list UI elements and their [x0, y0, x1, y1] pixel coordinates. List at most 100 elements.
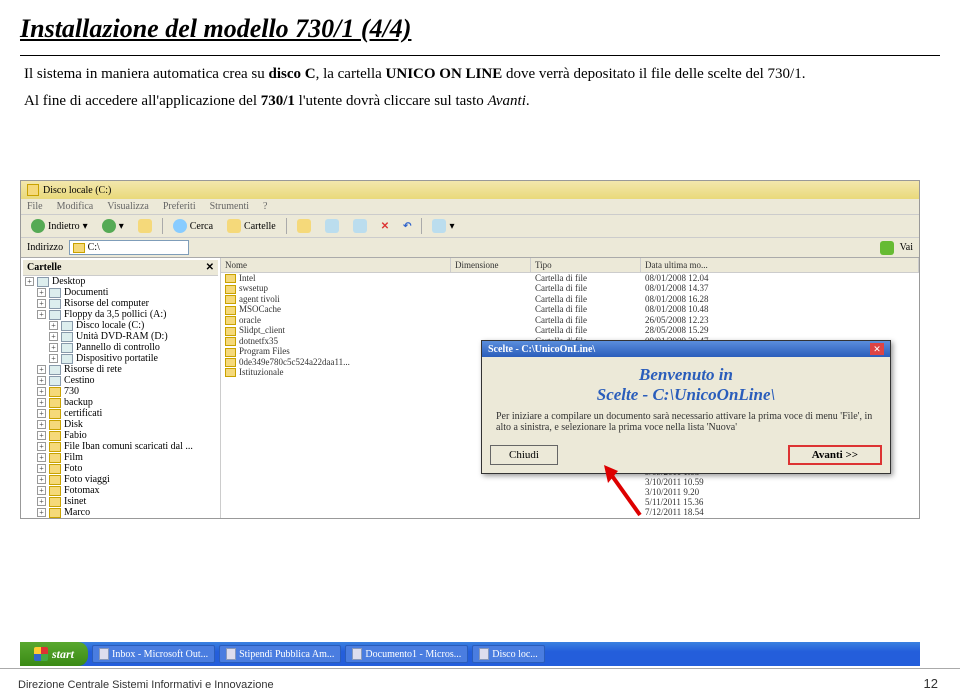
- tree-item[interactable]: +Documenti: [23, 287, 218, 298]
- dialog-next-button[interactable]: Avanti >>: [788, 445, 882, 465]
- menubar[interactable]: File Modifica Visualizza Preferiti Strum…: [21, 199, 919, 215]
- expand-icon[interactable]: +: [49, 343, 58, 352]
- tree-item[interactable]: +Disco locale (C:): [23, 320, 218, 331]
- tree-item[interactable]: +Dispositivo portatile: [23, 353, 218, 364]
- tree-item[interactable]: +Cestino: [23, 375, 218, 386]
- tree-item[interactable]: +Risorse di rete: [23, 364, 218, 375]
- tree-item[interactable]: +Pannello di controllo: [23, 342, 218, 353]
- taskbar[interactable]: start Inbox - Microsoft Out... Stipendi …: [20, 642, 920, 666]
- col-type[interactable]: Tipo: [531, 258, 641, 272]
- search-button[interactable]: Cerca: [169, 218, 217, 234]
- forward-icon: [102, 219, 116, 233]
- app-icon: [479, 648, 489, 660]
- views-button[interactable]: ▾: [428, 218, 458, 234]
- tree-item[interactable]: +Disk: [23, 419, 218, 430]
- list-row[interactable]: 7/12/2011 18.54: [221, 507, 919, 517]
- taskbar-item[interactable]: Stipendi Pubblica Am...: [219, 645, 341, 663]
- list-row[interactable]: 3/10/2011 9.20: [221, 487, 919, 497]
- menu-modifica[interactable]: Modifica: [57, 201, 94, 212]
- menu-file[interactable]: File: [27, 201, 43, 212]
- menu-help[interactable]: ?: [263, 201, 267, 212]
- expand-icon[interactable]: +: [25, 277, 34, 286]
- p1-d-bold: UNICO ON LINE: [386, 66, 503, 82]
- expand-icon[interactable]: +: [37, 420, 46, 429]
- expand-icon[interactable]: +: [37, 442, 46, 451]
- menu-visualizza[interactable]: Visualizza: [107, 201, 149, 212]
- tree-item[interactable]: +Floppy da 3,5 pollici (A:): [23, 309, 218, 320]
- tree-item[interactable]: +Fotomax: [23, 485, 218, 496]
- expand-icon[interactable]: +: [49, 332, 58, 341]
- list-row[interactable]: Slidpt_clientCartella di file28/05/2008 …: [221, 325, 919, 335]
- menu-preferiti[interactable]: Preferiti: [163, 201, 196, 212]
- expand-icon[interactable]: +: [37, 365, 46, 374]
- search-icon: [173, 219, 187, 233]
- list-row[interactable]: agent tivoliCartella di file08/01/2008 1…: [221, 294, 919, 304]
- expand-icon[interactable]: +: [37, 299, 46, 308]
- expand-icon[interactable]: +: [37, 475, 46, 484]
- expand-icon[interactable]: +: [37, 387, 46, 396]
- expand-icon[interactable]: +: [37, 288, 46, 297]
- tree-item[interactable]: +Fabio: [23, 430, 218, 441]
- tree-item[interactable]: +Unità DVD-RAM (D:): [23, 331, 218, 342]
- folder-tree[interactable]: Cartelle✕ +Desktop+Documenti+Risorse del…: [21, 258, 221, 518]
- expand-icon[interactable]: +: [37, 431, 46, 440]
- col-dim[interactable]: Dimensione: [451, 258, 531, 272]
- taskbar-item[interactable]: Disco loc...: [472, 645, 545, 663]
- tree-item[interactable]: +Isinet: [23, 496, 218, 507]
- expand-icon[interactable]: +: [37, 409, 46, 418]
- tb-extra1[interactable]: [293, 218, 315, 234]
- tree-item[interactable]: +730: [23, 386, 218, 397]
- up-button[interactable]: [134, 218, 156, 234]
- expand-icon[interactable]: +: [37, 310, 46, 319]
- list-row[interactable]: MSOCacheCartella di file08/01/2008 10.48: [221, 304, 919, 314]
- expand-icon[interactable]: +: [37, 497, 46, 506]
- dialog-titlebar[interactable]: Scelte - C:\UnicoOnLine\ ✕: [482, 341, 890, 357]
- go-button[interactable]: [880, 241, 894, 255]
- taskbar-item[interactable]: Documento1 - Micros...: [345, 645, 468, 663]
- tree-item[interactable]: +Foto: [23, 463, 218, 474]
- expand-icon[interactable]: +: [49, 321, 58, 330]
- listview-header[interactable]: Nome Dimensione Tipo Data ultima mo...: [221, 258, 919, 273]
- tree-item[interactable]: +certificati: [23, 408, 218, 419]
- list-row[interactable]: oracleCartella di file26/05/2008 12.23: [221, 315, 919, 325]
- expand-icon[interactable]: +: [37, 398, 46, 407]
- separator: [421, 218, 422, 234]
- tb-extra2[interactable]: [321, 218, 343, 234]
- tree-item[interactable]: +Risorse del computer: [23, 298, 218, 309]
- tb-extra3[interactable]: [349, 218, 371, 234]
- window-titlebar[interactable]: Disco locale (C:): [21, 181, 919, 199]
- tree-item[interactable]: +File Iban comuni scaricati dal ...: [23, 441, 218, 452]
- start-button[interactable]: start: [20, 642, 88, 666]
- list-row[interactable]: 3/10/2011 10.59: [221, 477, 919, 487]
- expand-icon[interactable]: +: [37, 453, 46, 462]
- forward-button[interactable]: ▾: [98, 218, 128, 234]
- taskbar-item[interactable]: Inbox - Microsoft Out...: [92, 645, 215, 663]
- dialog-close-button[interactable]: Chiudi: [490, 445, 558, 465]
- list-row[interactable]: swsetupCartella di file08/01/2008 14.37: [221, 283, 919, 293]
- tb-undo[interactable]: ↶: [399, 220, 415, 233]
- close-icon[interactable]: ✕: [206, 262, 214, 273]
- folders-button[interactable]: Cartelle: [223, 218, 280, 234]
- file-listview[interactable]: Nome Dimensione Tipo Data ultima mo... I…: [221, 258, 919, 518]
- back-button[interactable]: Indietro▾: [27, 218, 92, 234]
- menu-strumenti[interactable]: Strumenti: [210, 201, 249, 212]
- expand-icon[interactable]: +: [37, 464, 46, 473]
- tree-item[interactable]: +Desktop: [23, 276, 218, 287]
- tree-item[interactable]: +Film: [23, 452, 218, 463]
- list-row[interactable]: IntelCartella di file08/01/2008 12.04: [221, 273, 919, 283]
- tree-item[interactable]: +Marco: [23, 507, 218, 518]
- dialog-close-icon[interactable]: ✕: [870, 343, 884, 355]
- expand-icon[interactable]: +: [49, 354, 58, 363]
- tree-item[interactable]: +backup: [23, 397, 218, 408]
- tree-item[interactable]: +Foto viaggi: [23, 474, 218, 485]
- expand-icon[interactable]: +: [37, 376, 46, 385]
- start-label: start: [52, 647, 74, 662]
- list-row[interactable]: 5/11/2011 15.36: [221, 497, 919, 507]
- expand-icon[interactable]: +: [37, 508, 46, 517]
- tb-delete[interactable]: ✕: [377, 220, 393, 233]
- list-row[interactable]: 3/01/2012 6.04: [221, 517, 919, 518]
- expand-icon[interactable]: +: [37, 486, 46, 495]
- address-input[interactable]: C:\: [69, 240, 189, 255]
- col-name[interactable]: Nome: [221, 258, 451, 272]
- col-date[interactable]: Data ultima mo...: [641, 258, 919, 272]
